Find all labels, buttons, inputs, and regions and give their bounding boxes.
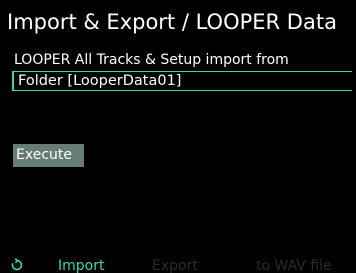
footer-tab-bar: Import Export to WAV file (0, 256, 356, 273)
tab-import[interactable]: Import (58, 256, 104, 273)
looper-import-export-screen: Import & Export / LOOPER Data LOOPER All… (0, 0, 356, 273)
tab-to-wav-file[interactable]: to WAV file (256, 256, 332, 273)
rotate-knob-icon (11, 258, 23, 273)
execute-button[interactable]: Execute (13, 144, 84, 167)
operation-description: LOOPER All Tracks & Setup import from (14, 52, 289, 68)
tab-export[interactable]: Export (152, 256, 198, 273)
page-title: Import & Export / LOOPER Data (7, 10, 337, 34)
source-folder-field[interactable]: Folder [LooperData01] (12, 71, 352, 91)
